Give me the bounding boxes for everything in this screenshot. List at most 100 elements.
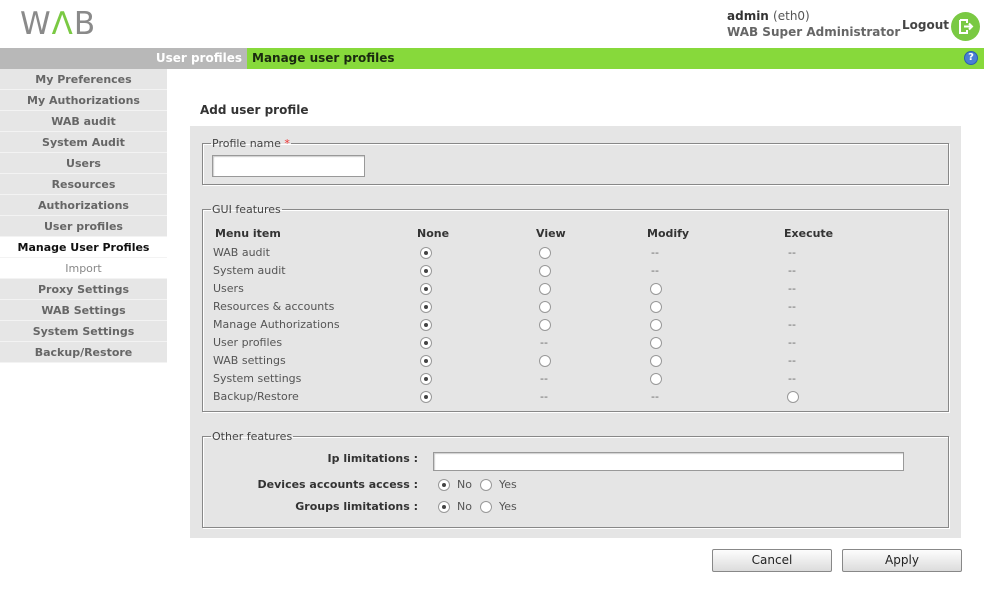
devices-access-no-radio[interactable] <box>438 479 450 491</box>
col-none: None <box>417 227 450 240</box>
gui-backup-restore-none-radio[interactable] <box>420 391 432 403</box>
gui-row-label-system-audit: System audit <box>213 264 286 277</box>
gui-user-profiles-view-na: -- <box>540 336 548 349</box>
sidebar-item-import[interactable]: Import <box>0 258 167 279</box>
gui-resources-accounts-view-radio[interactable] <box>539 301 551 313</box>
user-info: admin (eth0) WAB Super Administrator <box>727 8 900 40</box>
gui-row-label-users: Users <box>213 282 244 295</box>
gui-backup-restore-modify-na: -- <box>651 390 659 403</box>
gui-row-label-wab-audit: WAB audit <box>213 246 270 259</box>
col-execute: Execute <box>784 227 834 240</box>
logo-b: B <box>73 6 97 42</box>
sidebar-item-wab-settings[interactable]: WAB Settings <box>0 300 167 321</box>
logo-w: W <box>20 6 52 42</box>
ip-limitations-label: Ip limitations : <box>327 452 418 465</box>
gui-system-settings-view-na: -- <box>540 372 548 385</box>
gui-manage-authorizations-modify-radio[interactable] <box>650 319 662 331</box>
gui-manage-authorizations-view-radio[interactable] <box>539 319 551 331</box>
devices-access-yes-label: Yes <box>499 478 517 491</box>
groups-limitations-no-label: No <box>457 500 472 513</box>
sidebar-item-my-preferences[interactable]: My Preferences <box>0 69 167 90</box>
gui-system-audit-view-radio[interactable] <box>539 265 551 277</box>
gui-row-label-backup-restore: Backup/Restore <box>213 390 299 403</box>
gui-wab-settings-modify-radio[interactable] <box>650 355 662 367</box>
gui-backup-restore-view-na: -- <box>540 390 548 403</box>
gui-system-audit-execute-na: -- <box>788 264 796 277</box>
gui-wab-audit-view-radio[interactable] <box>539 247 551 259</box>
sidebar-item-authorizations[interactable]: Authorizations <box>0 195 167 216</box>
gui-user-profiles-execute-na: -- <box>788 336 796 349</box>
wab-logo: WΛB <box>20 6 96 42</box>
gui-wab-settings-none-radio[interactable] <box>420 355 432 367</box>
sidebar-item-backup-restore[interactable]: Backup/Restore <box>0 342 167 363</box>
gui-wab-audit-none-radio[interactable] <box>420 247 432 259</box>
breadcrumb-current: Manage user profiles <box>252 51 395 65</box>
gui-row-label-user-profiles: User profiles <box>213 336 283 349</box>
devices-access-no-label: No <box>457 478 472 491</box>
gui-resources-accounts-modify-radio[interactable] <box>650 301 662 313</box>
gui-wab-audit-execute-na: -- <box>788 246 796 259</box>
gui-resources-accounts-execute-na: -- <box>788 300 796 313</box>
gui-resources-accounts-none-radio[interactable] <box>420 301 432 313</box>
col-view: View <box>536 227 566 240</box>
gui-system-audit-none-radio[interactable] <box>420 265 432 277</box>
required-marker: * <box>284 137 290 150</box>
gui-wab-settings-execute-na: -- <box>788 354 796 367</box>
gui-users-execute-na: -- <box>788 282 796 295</box>
gui-users-none-radio[interactable] <box>420 283 432 295</box>
logout-arrow-icon <box>959 19 974 34</box>
gui-user-profiles-none-radio[interactable] <box>420 337 432 349</box>
gui-manage-authorizations-none-radio[interactable] <box>420 319 432 331</box>
breadcrumb-parent[interactable]: User profiles <box>151 48 247 69</box>
col-modify: Modify <box>647 227 690 240</box>
gui-system-settings-none-radio[interactable] <box>420 373 432 385</box>
profile-name-legend-text: Profile name <box>212 137 281 150</box>
other-features-legend: Other features <box>212 430 293 443</box>
sidebar-item-user-profiles[interactable]: User profiles <box>0 216 167 237</box>
sidebar-item-system-audit[interactable]: System Audit <box>0 132 167 153</box>
user-interface: (eth0) <box>773 9 810 23</box>
ip-limitations-input[interactable] <box>433 452 904 471</box>
sidebar: My Preferences My Authorizations WAB aud… <box>0 69 167 363</box>
gui-backup-restore-execute-radio[interactable] <box>787 391 799 403</box>
logout-icon[interactable] <box>951 12 980 41</box>
sidebar-item-users[interactable]: Users <box>0 153 167 174</box>
gui-users-view-radio[interactable] <box>539 283 551 295</box>
cancel-button[interactable]: Cancel <box>712 549 832 572</box>
sidebar-item-wab-audit[interactable]: WAB audit <box>0 111 167 132</box>
sidebar-item-manage-user-profiles[interactable]: Manage User Profiles <box>0 237 167 258</box>
profile-name-legend: Profile name * <box>211 137 291 150</box>
col-menu-item: Menu item <box>215 227 281 240</box>
sidebar-item-proxy-settings[interactable]: Proxy Settings <box>0 279 167 300</box>
gui-users-modify-radio[interactable] <box>650 283 662 295</box>
devices-access-label: Devices accounts access : <box>257 478 418 491</box>
gui-row-label-manage-authorizations: Manage Authorizations <box>213 318 340 331</box>
sidebar-item-my-authorizations[interactable]: My Authorizations <box>0 90 167 111</box>
groups-limitations-yes-label: Yes <box>499 500 517 513</box>
profile-name-input[interactable] <box>212 155 365 177</box>
breadcrumb: User profiles Manage user profiles ? <box>0 48 984 69</box>
gui-user-profiles-modify-radio[interactable] <box>650 337 662 349</box>
gui-manage-authorizations-execute-na: -- <box>788 318 796 331</box>
gui-row-label-resources-accounts: Resources & accounts <box>213 300 335 313</box>
help-icon[interactable]: ? <box>964 51 978 65</box>
gui-wab-settings-view-radio[interactable] <box>539 355 551 367</box>
gui-features-legend: GUI features <box>212 203 281 216</box>
gui-row-label-wab-settings: WAB settings <box>213 354 286 367</box>
groups-limitations-no-radio[interactable] <box>438 501 450 513</box>
gui-system-settings-execute-na: -- <box>788 372 796 385</box>
page-title: Add user profile <box>200 103 309 117</box>
devices-access-yes-radio[interactable] <box>480 479 492 491</box>
breadcrumb-parent-area: User profiles <box>0 48 247 69</box>
gui-row-label-system-settings: System settings <box>213 372 302 385</box>
logout-link[interactable]: Logout <box>902 18 949 32</box>
sidebar-item-system-settings[interactable]: System Settings <box>0 321 167 342</box>
user-name-line: admin (eth0) <box>727 8 900 24</box>
sidebar-item-resources[interactable]: Resources <box>0 174 167 195</box>
gui-system-audit-modify-na: -- <box>651 264 659 277</box>
groups-limitations-yes-radio[interactable] <box>480 501 492 513</box>
gui-wab-audit-modify-na: -- <box>651 246 659 259</box>
gui-system-settings-modify-radio[interactable] <box>650 373 662 385</box>
logo-a: Λ <box>51 6 74 42</box>
apply-button[interactable]: Apply <box>842 549 962 572</box>
